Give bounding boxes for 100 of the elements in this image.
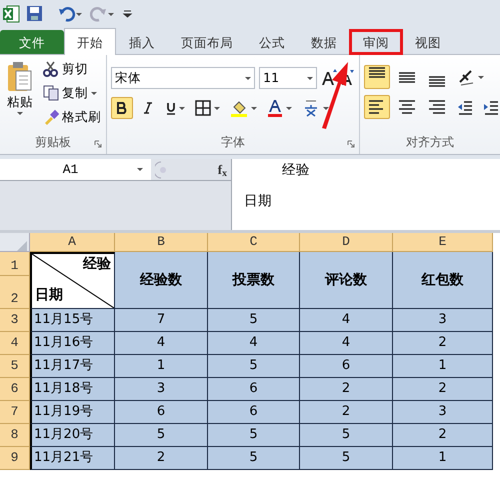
align-middle-icon [397,72,417,82]
group-label: 对齐方式 [406,134,454,151]
table-cell: 1 [115,355,208,378]
table-cell: 5 [208,424,300,447]
ribbon-tab[interactable]: 开始 [64,28,116,55]
paste-button[interactable]: 粘贴 [4,59,36,127]
row-header[interactable]: 4 [0,332,30,355]
column-header[interactable]: B [115,233,208,252]
scissors-icon [43,61,59,77]
table-cell: 5 [300,424,393,447]
table-cell: 2 [393,378,493,401]
name-box[interactable]: A1 f$_{x}$ [0,159,231,181]
ribbon-tab[interactable]: 数据 [298,30,350,54]
table-cell: 11月18号 [30,378,115,401]
ribbon-tab[interactable]: 页面布局 [168,30,246,54]
row-header[interactable]: 8 [0,424,30,447]
column-header[interactable]: A [30,233,115,252]
phonetic-guide-icon [302,99,320,117]
table-cell: 3 [393,401,493,424]
insert-function-button[interactable]: f$_{x}$ [218,160,227,180]
ribbon-tab[interactable]: 插入 [116,30,168,54]
column-header[interactable]: D [300,233,393,252]
table-cell: 3 [393,309,493,332]
ribbon-tab[interactable]: 公式 [246,30,298,54]
caret-icon [478,76,484,78]
table-cell: 6 [208,378,300,401]
font-color-icon [267,99,283,117]
table-cell: 2 [393,332,493,355]
table-cell: 2 [115,447,208,470]
font-name-field[interactable]: 宋体 [111,67,256,89]
caret-icon [286,106,292,110]
align-center-icon [397,100,417,114]
borders-icon [195,100,211,116]
column-header[interactable]: E [393,233,493,252]
ribbon-tab[interactable]: 视图 [402,30,454,54]
table-cell: 5 [208,355,300,378]
font-size-field[interactable]: 11 [259,67,317,89]
clipboard-icon [7,61,33,93]
cut-button[interactable]: 剪切 [40,59,104,79]
table-cell: 4 [300,332,393,355]
row-header[interactable]: 7 [0,401,30,424]
table-cell: 5 [300,447,393,470]
paint-bucket-icon [230,99,248,117]
paintbrush-icon [43,109,59,125]
table-cell: 11月20号 [30,424,115,447]
row-header[interactable]: 2 [0,276,30,309]
ribbon-tab[interactable]: 审阅 [350,30,402,54]
underline-icon [166,102,176,114]
bold-button[interactable] [111,97,133,119]
undo-icon[interactable] [58,5,84,23]
caret-icon [307,76,313,80]
table-cell: 11月17号 [30,355,115,378]
italic-icon [143,102,153,114]
caret-icon [137,168,143,171]
caret-icon [245,76,252,80]
table-cell: 11月21号 [30,447,115,470]
table-cell: 6 [115,401,208,424]
bold-icon [117,102,127,114]
table-cell: 7 [115,309,208,332]
caret-icon [179,106,185,110]
align-top-button[interactable] [364,65,390,89]
decrease-indent-icon [457,99,473,115]
file-tab[interactable]: 文件 [0,30,64,54]
copy-icon [43,85,59,101]
splitter-handle-icon[interactable] [155,160,169,178]
excel-logo-icon[interactable] [2,5,20,23]
increase-indent-icon [483,99,499,115]
header-cell: 评论数 [300,252,393,309]
caret-icon [91,92,97,94]
table-cell: 5 [208,309,300,332]
grow-font-icon[interactable] [321,69,337,87]
format-painter-button[interactable]: 格式刷 [40,107,104,127]
header-cell: 经验数 [115,252,208,309]
table-cell: 1 [393,447,493,470]
row-header[interactable]: 1 [0,252,30,276]
table-cell: 2 [393,424,493,447]
table-cell: 4 [300,309,393,332]
table-cell: 2 [300,401,393,424]
table-cell: 4 [115,332,208,355]
row-header[interactable]: 3 [0,309,30,332]
copy-button[interactable]: 复制 [40,83,104,103]
table-cell: 6 [208,401,300,424]
column-header[interactable]: C [208,233,300,252]
align-left-button[interactable] [364,95,390,119]
row-header[interactable]: 5 [0,355,30,378]
dialog-launcher-icon[interactable] [347,140,355,148]
group-label: 字体 [221,134,245,151]
align-top-icon [367,67,387,78]
dialog-launcher-icon[interactable] [94,140,102,148]
table-cell: 6 [300,355,393,378]
table-cell: 5 [115,424,208,447]
row-header[interactable]: 6 [0,378,30,401]
caret-icon [323,106,329,110]
table-cell: 1 [393,355,493,378]
header-cell: 投票数 [208,252,300,309]
formula-text: 经验 [281,161,311,179]
caret-icon [17,112,23,114]
table-cell: 11月19号 [30,401,115,424]
row-header[interactable]: 9 [0,447,30,470]
group-label: 剪贴板 [35,134,71,151]
